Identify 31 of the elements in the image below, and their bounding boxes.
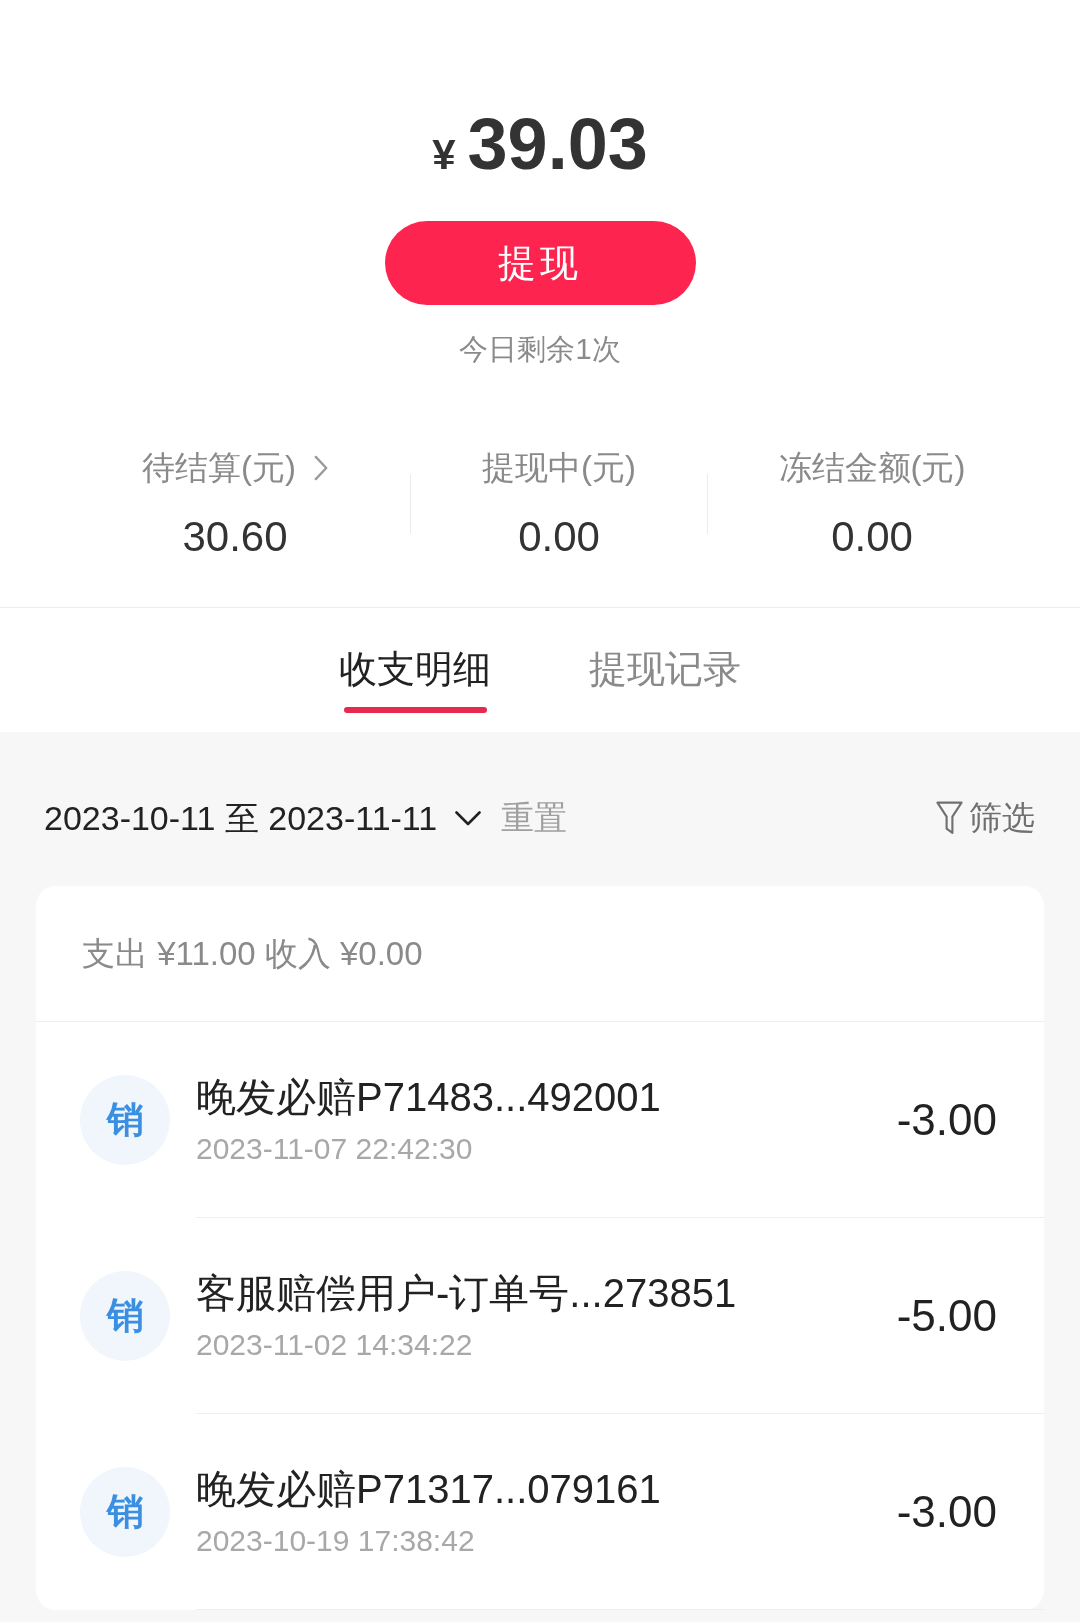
category-badge: 销 — [80, 1271, 170, 1361]
stat-value: 0.00 — [518, 515, 600, 559]
currency-symbol: ¥ — [432, 134, 456, 176]
date-range-selector[interactable]: 2023-10-11 至 2023-11-11 — [44, 796, 482, 840]
stat-label: 提现中(元) — [482, 448, 636, 488]
remaining-note: 今日剩余1次 — [459, 333, 621, 365]
transaction-title: 晚发必赔P71317...079161 — [196, 1465, 661, 1512]
filter-button[interactable]: 筛选 — [936, 796, 1035, 840]
balance-amount: 39.03 — [467, 103, 648, 186]
category-badge: 销 — [80, 1075, 170, 1165]
transaction-title: 客服赔偿用户-订单号...273851 — [196, 1269, 737, 1316]
chevron-right-icon[interactable] — [314, 455, 328, 481]
filter-icon — [936, 801, 963, 835]
reset-button[interactable]: 重置 — [501, 796, 568, 840]
transaction-amount: -3.00 — [896, 1486, 997, 1537]
transaction-time: 2023-11-07 22:42:30 — [196, 1131, 474, 1166]
transaction-time: 2023-10-19 17:38:42 — [196, 1523, 476, 1558]
transaction-time: 2023-11-02 14:34:22 — [196, 1327, 474, 1362]
chevron-down-icon — [455, 810, 482, 826]
transaction-amount: -3.00 — [896, 1094, 997, 1145]
summary-text: 支出 ¥11.00 收入 ¥0.00 — [82, 933, 423, 974]
stat-label: 冻结金额(元) — [778, 448, 966, 488]
stat-value: 0.00 — [831, 515, 913, 559]
tab[interactable]: 提现记录 — [589, 647, 741, 713]
stat-label[interactable]: 待结算(元) — [142, 448, 296, 488]
tab[interactable]: 收支明细 — [339, 647, 491, 713]
transaction-title: 晚发必赔P71483...492001 — [196, 1073, 661, 1120]
transaction-amount: -5.00 — [896, 1290, 997, 1341]
withdraw-button[interactable]: 提现 — [384, 221, 696, 305]
category-badge: 销 — [80, 1467, 170, 1557]
stat-value: 30.60 — [182, 515, 288, 559]
